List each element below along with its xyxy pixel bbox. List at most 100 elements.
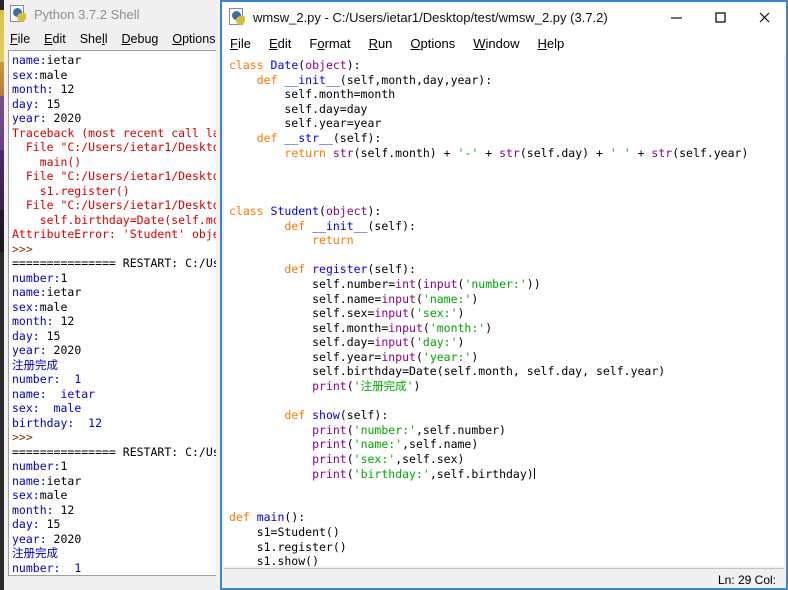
editor-code-line: s1.register() [229, 539, 347, 554]
shell-menu-item-shell[interactable]: Shell [80, 32, 108, 46]
shell-output-line: birthday: 12 [12, 415, 103, 430]
shell-output-line: sex:male [12, 299, 68, 314]
shell-output-line: self.birthday=Date(self.mo [12, 212, 216, 227]
shell-output-line: number: 1 [12, 372, 82, 386]
shell-output-line: Traceback (most recent call la [12, 125, 216, 140]
editor-code-line: def __str__(self): [256, 130, 382, 145]
editor-code-line: self.name=input('name:') [229, 291, 479, 306]
editor-code-line: self.day=input('day:') [229, 335, 465, 350]
editor-menu-item-run[interactable]: Run [369, 36, 393, 51]
shell-output-text: name:ietar sex:male month: 12 day: 15 year: … [9, 51, 216, 576]
shell-menu-item-edit[interactable]: Edit [44, 32, 66, 46]
editor-menu-item-window[interactable]: Window [473, 36, 519, 51]
shell-output-line: number: 1 [12, 560, 82, 575]
shell-output-line: month: 12 [12, 82, 75, 96]
editor-menu-item-format[interactable]: Format [309, 36, 350, 51]
editor-menu-item-help[interactable]: Help [538, 36, 565, 51]
editor-code-line: print('number:',self.number) [312, 422, 506, 437]
close-button[interactable] [742, 2, 786, 32]
shell-output-line: 注册完成 [12, 546, 58, 560]
editor-code-line: self.birthday=Date(self.month, self.day,… [229, 364, 666, 379]
shell-menu-item-debug[interactable]: Debug [122, 32, 159, 46]
editor-code-line [229, 248, 784, 263]
shell-output-line: s1.register() [12, 183, 130, 198]
window-controls [654, 2, 786, 32]
shell-output-line: 注册完成 [12, 357, 58, 372]
editor-code-line [229, 189, 784, 204]
shell-titlebar[interactable]: Python 3.7.2 Shell [4, 0, 222, 28]
shell-output-line: name: ietar [12, 575, 216, 576]
editor-code-line: s1.show() [229, 554, 320, 566]
python-file-icon [10, 5, 28, 23]
minimize-button[interactable] [654, 2, 698, 32]
editor-code-line: def __init__(self): [284, 218, 416, 233]
maximize-button[interactable] [698, 2, 742, 32]
shell-window-title: Python 3.7.2 Shell [34, 6, 140, 22]
editor-code-line: def __init__(self,month,day,year): [256, 72, 493, 87]
shell-output-line: File "C:/Users/ietar1/Deskto [12, 198, 216, 212]
shell-output-line: month: 12 [12, 314, 75, 328]
shell-output-line: day: 15 [12, 96, 61, 111]
shell-output-line: name:ietar [12, 473, 82, 488]
idle-editor-window[interactable]: wmsw_2.py - C:/Users/ietar1/Desktop/test… [220, 0, 788, 590]
shell-output-line: day: 15 [12, 328, 61, 343]
editor-menu-item-options[interactable]: Options [410, 36, 455, 51]
shell-output-line: sex:male [12, 67, 68, 82]
editor-code-line: self.number=int(input('number:')) [229, 276, 541, 291]
editor-code-line: def register(self): [284, 262, 416, 277]
editor-code-line: self.day=day [229, 101, 368, 116]
editor-code-line: print('注册完成') [312, 379, 421, 394]
editor-code-line: class Student(object): [229, 203, 382, 218]
shell-menu-item-file[interactable]: File [10, 32, 30, 46]
shell-output-line: year: 2020 [12, 111, 82, 125]
shell-output-line: month: 12 [12, 502, 75, 517]
editor-code-line [229, 160, 784, 175]
shell-output-line: =============== RESTART: C:/Use [12, 444, 216, 459]
shell-output-line: name:ietar [12, 53, 82, 67]
editor-code-line: s1=Student() [229, 525, 340, 539]
editor-code-line: print('sex:',self.sex) [312, 452, 465, 467]
editor-code-line [229, 175, 784, 190]
shell-output-line: >>> [12, 430, 33, 444]
shell-output-line: name:ietar [12, 285, 82, 299]
shell-output-line: year: 2020 [12, 531, 82, 546]
text-cursor [533, 467, 535, 479]
editor-code-line: print('birthday:',self.birthday) [312, 466, 535, 481]
desktop-root: Python 3.7.2 Shell File Edit Shell Debug Opt… [0, 0, 788, 590]
editor-code-line: self.month=input('month:') [229, 320, 493, 335]
editor-code-line [229, 496, 784, 511]
editor-code-line: class Date(object): [229, 58, 361, 72]
shell-output-line: AttributeError: 'Student' obje [12, 227, 216, 241]
editor-code-line [229, 394, 784, 409]
shell-output-line: year: 2020 [12, 343, 82, 357]
editor-window-title: wmsw_2.py - C:/Users/ietar1/Desktop/test… [253, 9, 608, 25]
editor-source-code: class Date(object): def __init__(self,mo… [224, 55, 784, 566]
shell-output-line: >>> [12, 241, 33, 256]
shell-output-line: main() [12, 154, 82, 169]
editor-code-line: self.month=month [229, 87, 396, 102]
editor-menu-item-file[interactable]: File [230, 36, 251, 51]
editor-menu-item-edit[interactable]: Edit [269, 36, 291, 51]
editor-code-line [229, 481, 784, 496]
python-shell-window[interactable]: Python 3.7.2 Shell File Edit Shell Debug Opt… [4, 0, 223, 590]
editor-code-line: self.year=input('year:') [229, 349, 479, 364]
editor-code-line: def show(self): [284, 408, 389, 423]
python-file-icon [229, 8, 247, 26]
shell-menu-item-options[interactable]: Options [172, 32, 215, 46]
editor-code-line: self.sex=input('sex:') [229, 306, 465, 321]
shell-menubar[interactable]: File Edit Shell Debug Options [4, 28, 222, 50]
editor-code-line: print('name:',self.name) [312, 437, 479, 452]
shell-output-line: File "C:/Users/ietar1/Deskto [12, 169, 216, 183]
shell-output-line: number:1 [12, 459, 68, 473]
editor-titlebar[interactable]: wmsw_2.py - C:/Users/ietar1/Desktop/test… [222, 2, 786, 32]
shell-output-line: sex: male [12, 401, 82, 415]
editor-code-area[interactable]: class Date(object): def __init__(self,mo… [224, 55, 784, 566]
editor-menubar[interactable]: File Edit Format Run Options Window Help [222, 32, 786, 55]
editor-code-line: self.year=year [229, 116, 382, 131]
shell-output-line: day: 15 [12, 517, 61, 531]
cursor-position-label: Ln: 29 Col: [717, 572, 776, 587]
shell-output-line: =============== RESTART: C:/Use [12, 256, 216, 270]
shell-output-area[interactable]: name:ietar sex:male month: 12 day: 15 year: … [8, 50, 216, 576]
shell-output-line: number:1 [12, 270, 68, 285]
shell-output-line: sex:male [12, 488, 68, 502]
